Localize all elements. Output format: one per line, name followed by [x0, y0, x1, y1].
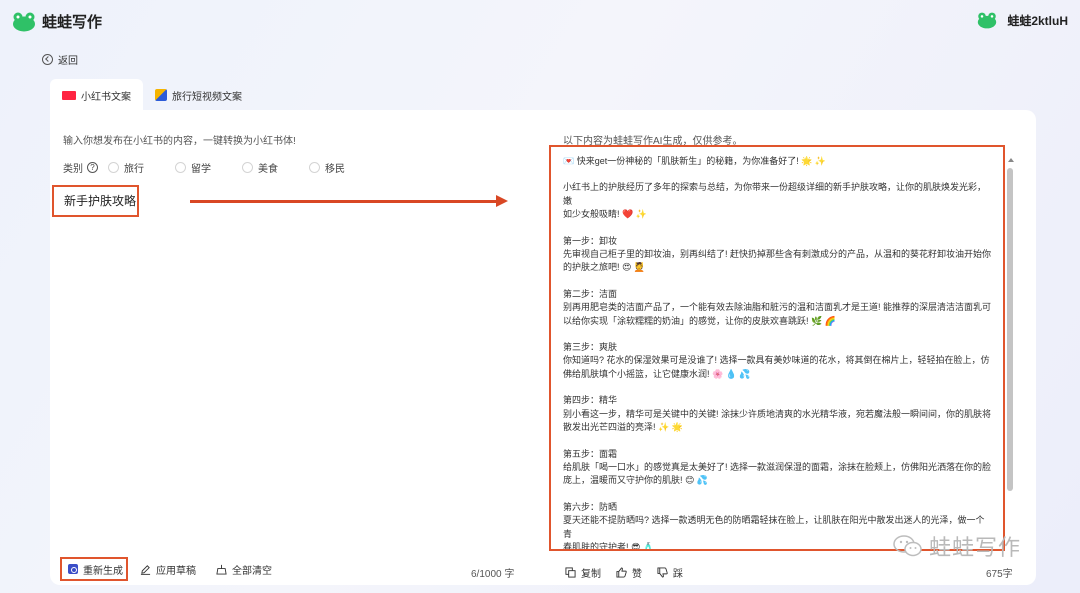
- tab-travel-video[interactable]: 旅行短视频文案: [143, 79, 254, 111]
- radio-icon: [175, 162, 186, 173]
- apply-draft-button[interactable]: 应用草稿: [140, 562, 196, 577]
- broom-icon: [216, 564, 227, 575]
- output-line: 第六步：防晒: [563, 501, 618, 512]
- copy-button[interactable]: 复制: [565, 565, 601, 580]
- back-button[interactable]: 返回: [42, 52, 78, 67]
- regenerate-label: 重新生成: [83, 565, 123, 577]
- brand-name: 蛙蛙写作: [42, 14, 103, 31]
- xiaohongshu-icon: [62, 90, 76, 100]
- copy-icon: [565, 567, 576, 578]
- travel-video-icon: [155, 89, 167, 101]
- scroll-up-icon[interactable]: [1008, 158, 1014, 162]
- like-button[interactable]: 赞: [616, 565, 642, 580]
- input-prompt: 输入你想发布在小红书的内容，一键转换为小红书体!: [63, 136, 296, 147]
- category-option-travel[interactable]: 旅行: [108, 160, 144, 175]
- output-paragraph: 💌 快来get一份神秘的「肌肤新生」的秘籍，为你准备好了! 🌟 ✨: [563, 155, 993, 168]
- like-label: 赞: [632, 569, 642, 580]
- output-line: 第五步：面霜: [563, 448, 618, 459]
- apply-draft-label: 应用草稿: [156, 565, 196, 577]
- input-word-count: 6/1000 字: [471, 569, 515, 580]
- dislike-label: 踩: [673, 569, 683, 580]
- output-line: 如少女般吸睛! ❤️ ✨: [563, 209, 647, 220]
- brand[interactable]: 蛙蛙写作: [12, 11, 102, 32]
- category-option-study-abroad[interactable]: 留学: [175, 160, 211, 175]
- output-paragraph: 第二步：洁面 别再用肥皂类的洁面产品了，一个能有效去除油脂和脏污的温和洁面乳才是…: [563, 288, 993, 328]
- edit-icon: [140, 564, 151, 575]
- left-footer: 重新生成 应用草稿 全部清空: [60, 557, 292, 581]
- regenerate-button[interactable]: 重新生成: [60, 557, 128, 581]
- generated-output[interactable]: 💌 快来get一份神秘的「肌肤新生」的秘籍，为你准备好了! 🌟 ✨ 小红书上的护…: [549, 145, 1005, 551]
- clear-all-label: 全部清空: [232, 565, 272, 577]
- right-footer: 复制 赞 踩: [565, 565, 698, 580]
- wechat-icon: [893, 535, 922, 557]
- tab-label: 小红书文案: [81, 91, 131, 103]
- user-menu[interactable]: 蛙蛙2ktluH: [977, 12, 1068, 29]
- output-line: 的护肤之旅吧! 😍 💆: [563, 262, 646, 273]
- output-line: 佛给肌肤填个小摇篮，让它健康水润! 🌸 💧 💦: [563, 368, 751, 379]
- help-icon[interactable]: ?: [87, 162, 98, 173]
- regenerate-icon: [68, 564, 78, 574]
- scrollbar-thumb[interactable]: [1007, 168, 1013, 491]
- radio-icon: [108, 162, 119, 173]
- output-paragraph: 第三步：爽肤 你知道吗? 花水的保湿效果可是没谁了! 选择一款具有美妙味道的花水…: [563, 341, 993, 381]
- output-paragraph: 第五步：面霜 给肌肤「喝一口水」的感觉真是太美好了! 选择一款滋润保湿的面霜，涂…: [563, 448, 993, 488]
- output-line: 别小看这一步，精华可是关键中的关键! 涂抹少许质地清爽的水光精华液，宛若魔法般一…: [563, 408, 992, 419]
- output-line: 你知道吗? 花水的保湿效果可是没谁了! 选择一款具有美妙味道的花水，将其倒在棉片…: [563, 355, 990, 366]
- output-line: 小红书上的护肤经历了多年的探索与总结，为你带来一份超级详细的新手护肤攻略，让你的…: [563, 182, 987, 206]
- frog-logo-icon: [13, 12, 35, 31]
- output-line: 第二步：洁面: [563, 288, 618, 299]
- category-selector: 类别 ? 旅行 留学 美食 移民: [63, 160, 376, 175]
- watermark-text: 蛙蛙写作: [929, 535, 1022, 560]
- user-avatar-icon: [978, 12, 997, 29]
- output-word-count: 675字: [986, 569, 1013, 580]
- category-option-immigration[interactable]: 移民: [309, 160, 345, 175]
- output-line: 别再用肥皂类的洁面产品了，一个能有效去除油脂和脏污的温和洁面乳才是王道! 能推荐…: [563, 302, 992, 313]
- tab-bar: 小红书文案 旅行短视频文案: [50, 79, 254, 111]
- output-line: 以给你实现「涂软糯糯的奶油」的感觉，让你的皮肤欢喜跳跃! 🌿 🌈: [563, 315, 836, 326]
- category-option-label: 旅行: [124, 164, 144, 175]
- thumbs-down-icon: [657, 567, 668, 578]
- annotation-arrow: [190, 200, 498, 203]
- content-input[interactable]: 新手护肤攻略: [52, 185, 139, 217]
- thumbs-up-icon: [616, 567, 627, 578]
- output-paragraph: 第四步：精华 别小看这一步，精华可是关键中的关键! 涂抹少许质地清爽的水光精华液…: [563, 394, 993, 434]
- copy-label: 复制: [581, 569, 601, 580]
- clear-all-button[interactable]: 全部清空: [216, 562, 272, 577]
- output-line: 💌 快来get一份神秘的「肌肤新生」的秘籍，为你准备好了! 🌟 ✨: [563, 156, 827, 166]
- category-option-label: 留学: [191, 164, 211, 175]
- output-line: 庞上，温暖而又守护你的肌肤! 😊 💦: [563, 475, 709, 486]
- output-line: 先审视自己柜子里的卸妆油，别再纠结了! 赶快扔掉那些含有刺激成分的产品，从温和的…: [563, 249, 992, 260]
- watermark: 蛙蛙写作: [893, 530, 1021, 562]
- category-label-group: 类别 ?: [63, 160, 98, 175]
- output-line: 散发出光芒四溢的亮泽! ✨ 🌟: [563, 422, 683, 433]
- dislike-button[interactable]: 踩: [657, 565, 683, 580]
- category-option-food[interactable]: 美食: [242, 160, 278, 175]
- radio-icon: [242, 162, 253, 173]
- tab-label: 旅行短视频文案: [172, 91, 242, 103]
- annotation-arrow-head: [496, 195, 508, 207]
- category-option-label: 美食: [258, 164, 278, 175]
- output-paragraph: 第一步：卸妆 先审视自己柜子里的卸妆油，别再纠结了! 赶快扔掉那些含有刺激成分的…: [563, 235, 993, 275]
- user-name: 蛙蛙2ktluH: [1007, 14, 1068, 28]
- back-arrow-icon: [42, 54, 53, 65]
- output-line: 第三步：爽肤: [563, 342, 618, 353]
- tab-xiaohongshu[interactable]: 小红书文案: [50, 79, 143, 111]
- output-line: 第一步：卸妆: [563, 235, 618, 246]
- output-paragraph: 小红书上的护肤经历了多年的探索与总结，为你带来一份超级详细的新手护肤攻略，让你的…: [563, 181, 993, 221]
- category-label: 类别: [63, 164, 83, 175]
- back-label: 返回: [58, 56, 78, 67]
- output-line: 给肌肤「喝一口水」的感觉真是太美好了! 选择一款滋润保湿的面霜，涂抹在脸颊上，仿…: [563, 461, 992, 472]
- category-option-label: 移民: [325, 164, 345, 175]
- output-line: 第四步：精华: [563, 395, 618, 406]
- radio-icon: [309, 162, 320, 173]
- top-bar: 蛙蛙写作 蛙蛙2ktluH: [0, 0, 1080, 44]
